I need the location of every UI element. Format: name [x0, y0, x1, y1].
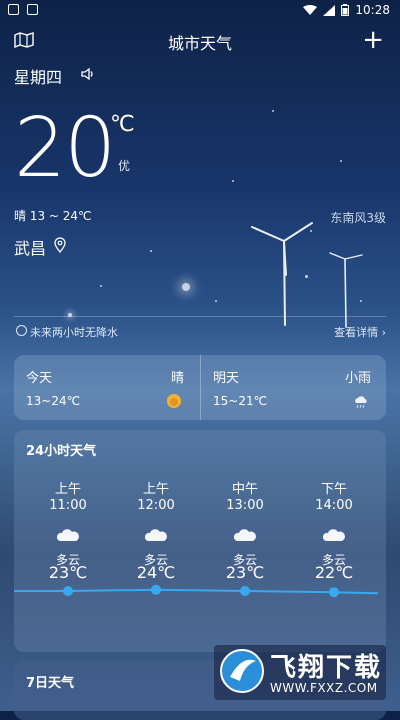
signal-icon [323, 4, 336, 16]
divider [14, 316, 386, 317]
weekday-label: 星期四 [14, 68, 63, 87]
page-title: 城市天气 [167, 34, 232, 53]
day-condition: 小雨 [344, 371, 371, 386]
app-bar: 城市天气 + [0, 26, 400, 56]
today-panel[interactable]: 今天 晴 13~24℃ [14, 355, 200, 420]
clock-icon [16, 325, 27, 336]
notification-icon [27, 4, 38, 15]
hourly-forecast-card: 24小时天气 上午 11:00 多云 23℃ 上午 12:00 多云 24℃ 中… [14, 430, 386, 652]
day-condition: 晴 [170, 371, 184, 386]
air-quality[interactable]: 优 [118, 157, 130, 174]
temperature-point [240, 586, 250, 596]
watermark-url: WWW.FXXZ.COM [270, 681, 378, 695]
add-city-icon[interactable]: + [362, 26, 384, 54]
today-range: 晴 13 ~ 24℃ [14, 209, 92, 223]
status-time: 10:28 [355, 3, 390, 17]
temperature-point [329, 587, 339, 598]
day-name: 今天 [26, 371, 53, 386]
wind-turbine-illustration [251, 222, 363, 328]
precipitation-notice: 未来两小时无降水 [30, 326, 118, 339]
view-details-link[interactable]: 查看详情 › [334, 324, 386, 340]
temperature-point [151, 584, 161, 595]
notification-icon [8, 4, 19, 15]
wifi-icon [303, 4, 318, 15]
daily-summary-card: 今天 晴 13~24℃ 明天 小雨 15~21℃ [14, 355, 386, 420]
temperature-trend-line [14, 584, 379, 598]
status-bar: 10:28 [0, 0, 400, 22]
speaker-icon[interactable] [80, 66, 96, 82]
watermark-logo [220, 649, 264, 693]
tomorrow-panel[interactable]: 明天 小雨 15~21℃ [200, 355, 387, 420]
temperature-unit: ℃ [110, 112, 135, 137]
precipitation-row: 未来两小时无降水 查看详情 › [14, 322, 386, 342]
day-range: 13~24℃ [26, 394, 81, 408]
current-temperature: 20 [14, 101, 116, 196]
watermark: 飞翔下载 WWW.FXXZ.COM [214, 645, 386, 700]
sun-icon [167, 394, 181, 408]
day-name: 明天 [213, 371, 240, 386]
temperature-point [63, 586, 73, 596]
day-range: 15~21℃ [213, 394, 268, 408]
weekly-title: 7日天气 [26, 676, 75, 691]
location-pin-icon[interactable] [54, 237, 66, 253]
battery-icon [341, 4, 350, 16]
rain-icon [355, 396, 367, 409]
city-name[interactable]: 武昌 [14, 235, 46, 259]
watermark-text: 飞翔下载 [270, 653, 383, 683]
wind-info: 东南风3级 [330, 211, 386, 225]
